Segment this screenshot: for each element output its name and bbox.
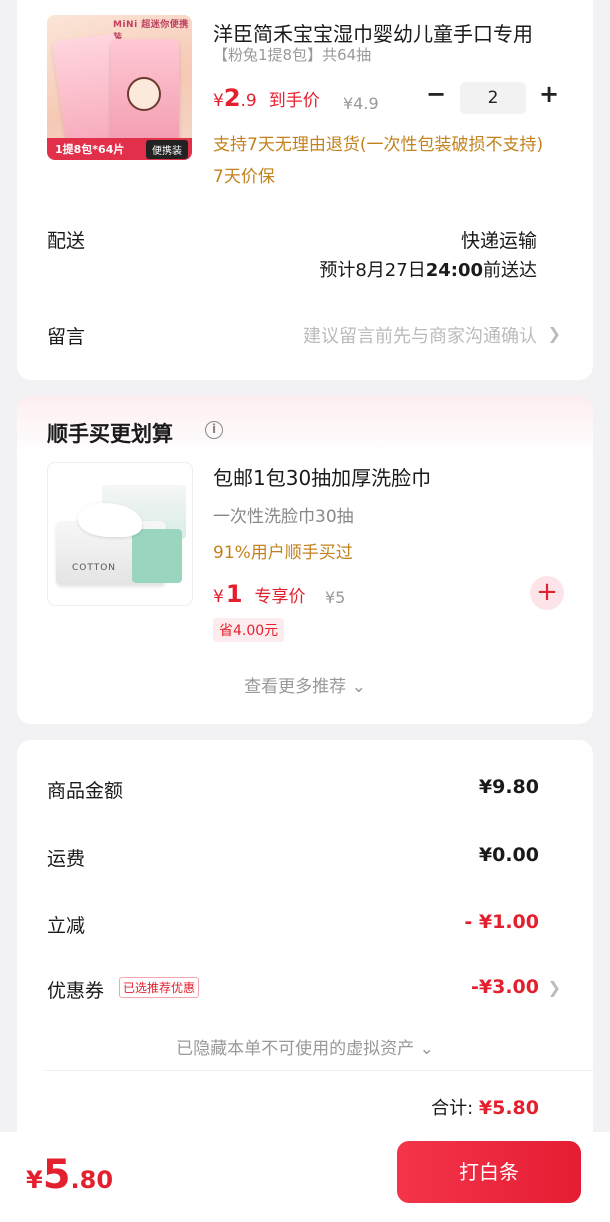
quantity-input[interactable]: 2 xyxy=(460,82,526,114)
message-label: 留言 xyxy=(47,326,86,348)
thumb-cotton-text: COTTON xyxy=(72,563,117,573)
checkout-total: ¥ 5 .80 xyxy=(26,1152,113,1198)
cartoon-face-image xyxy=(127,77,161,111)
price-dec: .9 xyxy=(240,91,257,111)
total-line: 合计: ¥5.80 xyxy=(431,1094,539,1120)
upsell-price: ¥ 1 专享价 xyxy=(213,580,306,608)
checkout-bar: ¥ 5 .80 打白条 xyxy=(0,1132,610,1222)
price-symbol: ¥ xyxy=(26,1166,43,1194)
upsell-title[interactable]: 包邮1包30抽加厚洗脸巾 xyxy=(213,462,431,491)
goods-amount-value: ¥9.80 xyxy=(478,776,539,798)
shipping-value: ¥0.00 xyxy=(478,844,539,866)
coupon-value[interactable]: -¥3.00 xyxy=(471,976,539,998)
upsell-card: 顺手买更划算 i COTTON 包邮1包30抽加厚洗脸巾 一次性洗脸巾30抽 9… xyxy=(17,396,593,724)
price-int: 5 xyxy=(42,1152,71,1198)
return-policy: 支持7天无理由退货(一次性包装破损不支持) xyxy=(213,135,544,155)
divider xyxy=(45,1070,593,1071)
message-input[interactable]: 建议留言前先与商家沟通确认 xyxy=(303,322,537,348)
upsell-subtitle: 一次性洗脸巾30抽 xyxy=(213,507,354,527)
price-summary-card: 商品金额 ¥9.80 运费 ¥0.00 立减 - ¥1.00 优惠券 已选推荐优… xyxy=(17,740,593,1160)
thumb-badge: 1提8包*64片 便携装 xyxy=(47,138,192,160)
delivery-method[interactable]: 快递运输 xyxy=(461,226,537,253)
coupon-label[interactable]: 优惠券 xyxy=(47,976,104,1003)
coupon-tag: 已选推荐优惠 xyxy=(119,977,200,998)
thumb-badge-tag: 便携装 xyxy=(146,139,188,159)
price-label: 专享价 xyxy=(254,587,306,607)
upsell-original-price: ¥5 xyxy=(325,588,346,607)
product-price: ¥ 2 .9 到手价 xyxy=(213,84,320,112)
price-label: 到手价 xyxy=(268,91,320,111)
chevron-right-icon[interactable]: ❯ xyxy=(548,978,561,997)
show-more-recommendations[interactable]: 查看更多推荐 ⌄ xyxy=(17,672,593,697)
eta-time: 24:00 xyxy=(425,260,483,281)
goods-amount-label: 商品金额 xyxy=(47,780,124,802)
discount-value: - ¥1.00 xyxy=(464,911,539,933)
eta-prefix: 预计8月27日 xyxy=(319,260,426,281)
delivery-label: 配送 xyxy=(47,230,86,252)
product-thumbnail[interactable]: MiNi 超迷你便携装 1提8包*64片 便携装 xyxy=(47,15,192,160)
upsell-heading: 顺手买更划算 xyxy=(47,422,173,446)
delivery-eta: 预计8月27日24:00前送达 xyxy=(319,256,537,282)
total-value: ¥5.80 xyxy=(478,1097,539,1119)
price-protection: 7天价保 xyxy=(213,167,275,187)
price-int: 1 xyxy=(225,580,243,608)
show-more-label: 查看更多推荐 xyxy=(244,677,347,697)
add-upsell-button[interactable]: + xyxy=(530,576,564,610)
hidden-assets-label: 已隐藏本单不可使用的虚拟资产 xyxy=(176,1039,415,1059)
thumb-badge-text: 1提8包*64片 xyxy=(55,143,125,156)
product-card: MiNi 超迷你便携装 1提8包*64片 便携装 洋臣简禾宝宝湿巾婴幼儿童手口专… xyxy=(17,0,593,380)
shipping-label: 运费 xyxy=(47,848,86,870)
price-symbol: ¥ xyxy=(213,587,224,607)
total-label: 合计: xyxy=(431,1098,474,1119)
price-int: 2 xyxy=(223,84,241,112)
chevron-down-icon: ⌄ xyxy=(351,677,366,697)
quantity-decrease-button[interactable]: − xyxy=(425,80,447,110)
chevron-right-icon[interactable]: ❯ xyxy=(548,324,561,343)
pay-button[interactable]: 打白条 xyxy=(397,1141,581,1203)
product-title[interactable]: 洋臣简禾宝宝湿巾婴幼儿童手口专用 xyxy=(213,18,553,47)
price-dec: .80 xyxy=(70,1166,114,1194)
quantity-increase-button[interactable]: + xyxy=(537,80,561,110)
tissue-pack-image xyxy=(132,529,182,583)
hidden-assets-toggle[interactable]: 已隐藏本单不可使用的虚拟资产 ⌄ xyxy=(17,1034,593,1059)
price-symbol: ¥ xyxy=(213,91,224,111)
original-price: ¥4.9 xyxy=(343,94,379,113)
info-icon[interactable]: i xyxy=(205,421,223,439)
eta-suffix: 前送达 xyxy=(483,260,537,281)
upsell-thumbnail[interactable]: COTTON xyxy=(47,462,193,606)
upsell-saving-badge: 省4.00元 xyxy=(213,618,285,642)
chevron-down-icon: ⌄ xyxy=(419,1039,434,1059)
discount-label: 立减 xyxy=(47,915,86,937)
upsell-social-proof: 91%用户顺手买过 xyxy=(213,543,353,563)
product-spec[interactable]: 【粉兔1提8包】共64抽 xyxy=(213,44,371,65)
